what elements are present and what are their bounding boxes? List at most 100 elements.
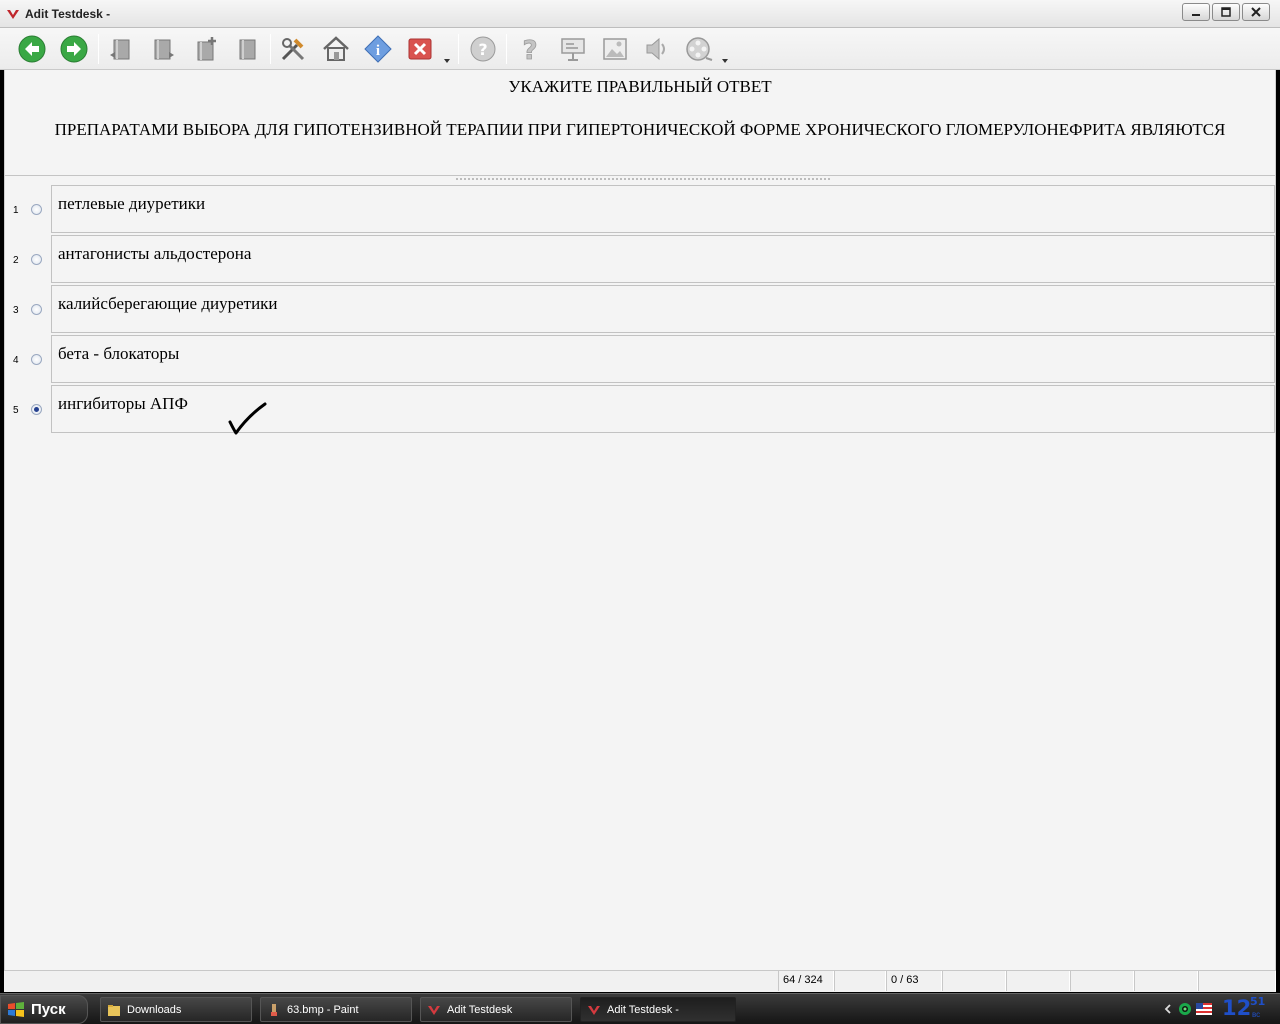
status-cell [834,971,886,991]
answer-row[interactable]: 4 бета - блокаторы [5,335,1275,383]
back-button[interactable] [15,32,49,66]
close-window-button[interactable] [1242,3,1270,21]
dropdown-arrow-icon[interactable] [722,58,728,64]
folder-icon [108,1004,120,1016]
progress-counter: 64 / 324 [778,971,834,991]
answer-radio[interactable] [31,354,42,365]
book-button[interactable] [230,32,264,66]
forward-button[interactable] [57,32,91,66]
taskbar: Пуск Downloads 63.bmp - Paint Adit Testd… [0,993,1280,1024]
task-adit-testdesk[interactable]: Adit Testdesk [420,997,572,1022]
question-panel: УКАЖИТЕ ПРАВИЛЬНЫЙ ОТВЕТ ПРЕПАРАТАМИ ВЫБ… [5,70,1275,176]
minimize-icon [1192,14,1200,16]
info-button[interactable]: i [361,32,395,66]
answer-box[interactable]: антагонисты альдостерона [51,235,1275,283]
task-label: Adit Testdesk - [607,1003,679,1016]
answer-box[interactable]: калийсберегающие диуретики [51,285,1275,333]
presentation-button[interactable] [556,32,590,66]
window-title: Adit Testdesk - [25,7,111,21]
image-icon [603,38,627,60]
system-tray: 12 51 вс [1160,995,1280,1024]
app-logo-icon [7,10,19,19]
task-label: Adit Testdesk [447,1003,513,1016]
answer-radio[interactable] [31,304,42,315]
tools-button[interactable] [276,32,310,66]
answer-text: петлевые диуретики [58,194,206,213]
forward-arrow-icon [60,35,88,63]
status-cell [1006,971,1070,991]
help-button[interactable]: ? [466,32,500,66]
status-cell [1070,971,1134,991]
task-label: 63.bmp - Paint [287,1003,359,1016]
book-add-icon [197,37,216,61]
answer-number: 5 [13,405,19,416]
close-test-button[interactable] [403,32,437,66]
answer-radio[interactable] [31,204,42,215]
start-button[interactable]: Пуск [0,995,88,1024]
status-cell [1198,971,1276,991]
prev-book-button[interactable] [104,32,138,66]
status-cell [1134,971,1198,991]
hint-button[interactable]: ? [513,32,547,66]
help-icon: ? [470,36,496,62]
task-label: Downloads [127,1003,182,1016]
score-counter: 0 / 63 [886,971,942,991]
answer-number: 2 [13,255,19,266]
info-icon: i [364,35,392,63]
answer-row[interactable]: 1 петлевые диуретики [5,185,1275,233]
status-cell [942,971,1006,991]
maximize-button[interactable] [1212,3,1240,21]
answer-box[interactable]: бета - блокаторы [51,335,1275,383]
svg-text:?: ? [478,40,487,59]
answer-text: ингибиторы АПФ [58,394,188,413]
answer-box[interactable]: петлевые диуретики [51,185,1275,233]
answer-row[interactable]: 2 антагонисты альдостерона [5,235,1275,283]
start-label: Пуск [31,1001,66,1018]
question-icon: ? [522,36,538,64]
home-button[interactable] [319,32,353,66]
film-reel-icon [686,37,713,61]
book-icon [239,39,256,60]
task-paint[interactable]: 63.bmp - Paint [260,997,412,1022]
task-adit-testdesk-active[interactable]: Adit Testdesk - [580,997,736,1022]
title-bar: Adit Testdesk - [0,0,1280,28]
dropdown-arrow-icon[interactable] [444,58,450,64]
video-button[interactable] [682,32,716,66]
answer-radio-selected[interactable] [31,404,42,415]
content-area: УКАЖИТЕ ПРАВИЛЬНЫЙ ОТВЕТ ПРЕПАРАТАМИ ВЫБ… [4,70,1276,970]
windows-logo-icon [8,1001,24,1017]
svg-text:i: i [376,43,380,59]
clock-minute[interactable]: 51 [1250,995,1265,1008]
minimize-button[interactable] [1182,3,1210,21]
sound-button[interactable] [639,32,673,66]
task-downloads[interactable]: Downloads [100,997,252,1022]
toolbar: i ? ? [0,28,1280,70]
question-instruction: УКАЖИТЕ ПРАВИЛЬНЫЙ ОТВЕТ [508,77,772,96]
us-flag-icon[interactable] [1196,1003,1212,1015]
image-button[interactable] [598,32,632,66]
answer-row[interactable]: 3 калийсберегающие диуретики [5,285,1275,333]
answer-text: бета - блокаторы [58,344,180,363]
answer-row[interactable]: 5 ингибиторы АПФ [5,385,1275,433]
answer-number: 1 [13,205,19,216]
clock-hour[interactable]: 12 [1222,996,1251,1020]
app-logo-icon [588,1005,600,1015]
home-icon [323,36,349,61]
book-prev-icon [110,39,130,60]
book-next-icon [154,39,174,60]
question-text: ПРЕПАРАТАМИ ВЫБОРА ДЛЯ ГИПОТЕНЗИВНОЙ ТЕР… [54,120,1226,139]
answer-number: 3 [13,305,19,316]
tools-icon [281,38,305,61]
add-book-button[interactable] [189,32,223,66]
chevron-left-icon[interactable] [1164,1004,1172,1014]
answer-text: калийсберегающие диуретики [58,294,278,313]
checkmark-icon [228,402,267,435]
network-icon[interactable] [1178,1002,1192,1016]
close-icon [1251,7,1261,17]
close-red-icon [408,38,432,60]
next-book-button[interactable] [146,32,180,66]
maximize-icon [1221,7,1231,17]
splitter-handle[interactable] [455,177,830,182]
answer-radio[interactable] [31,254,42,265]
answer-text: антагонисты альдостерона [58,244,252,263]
